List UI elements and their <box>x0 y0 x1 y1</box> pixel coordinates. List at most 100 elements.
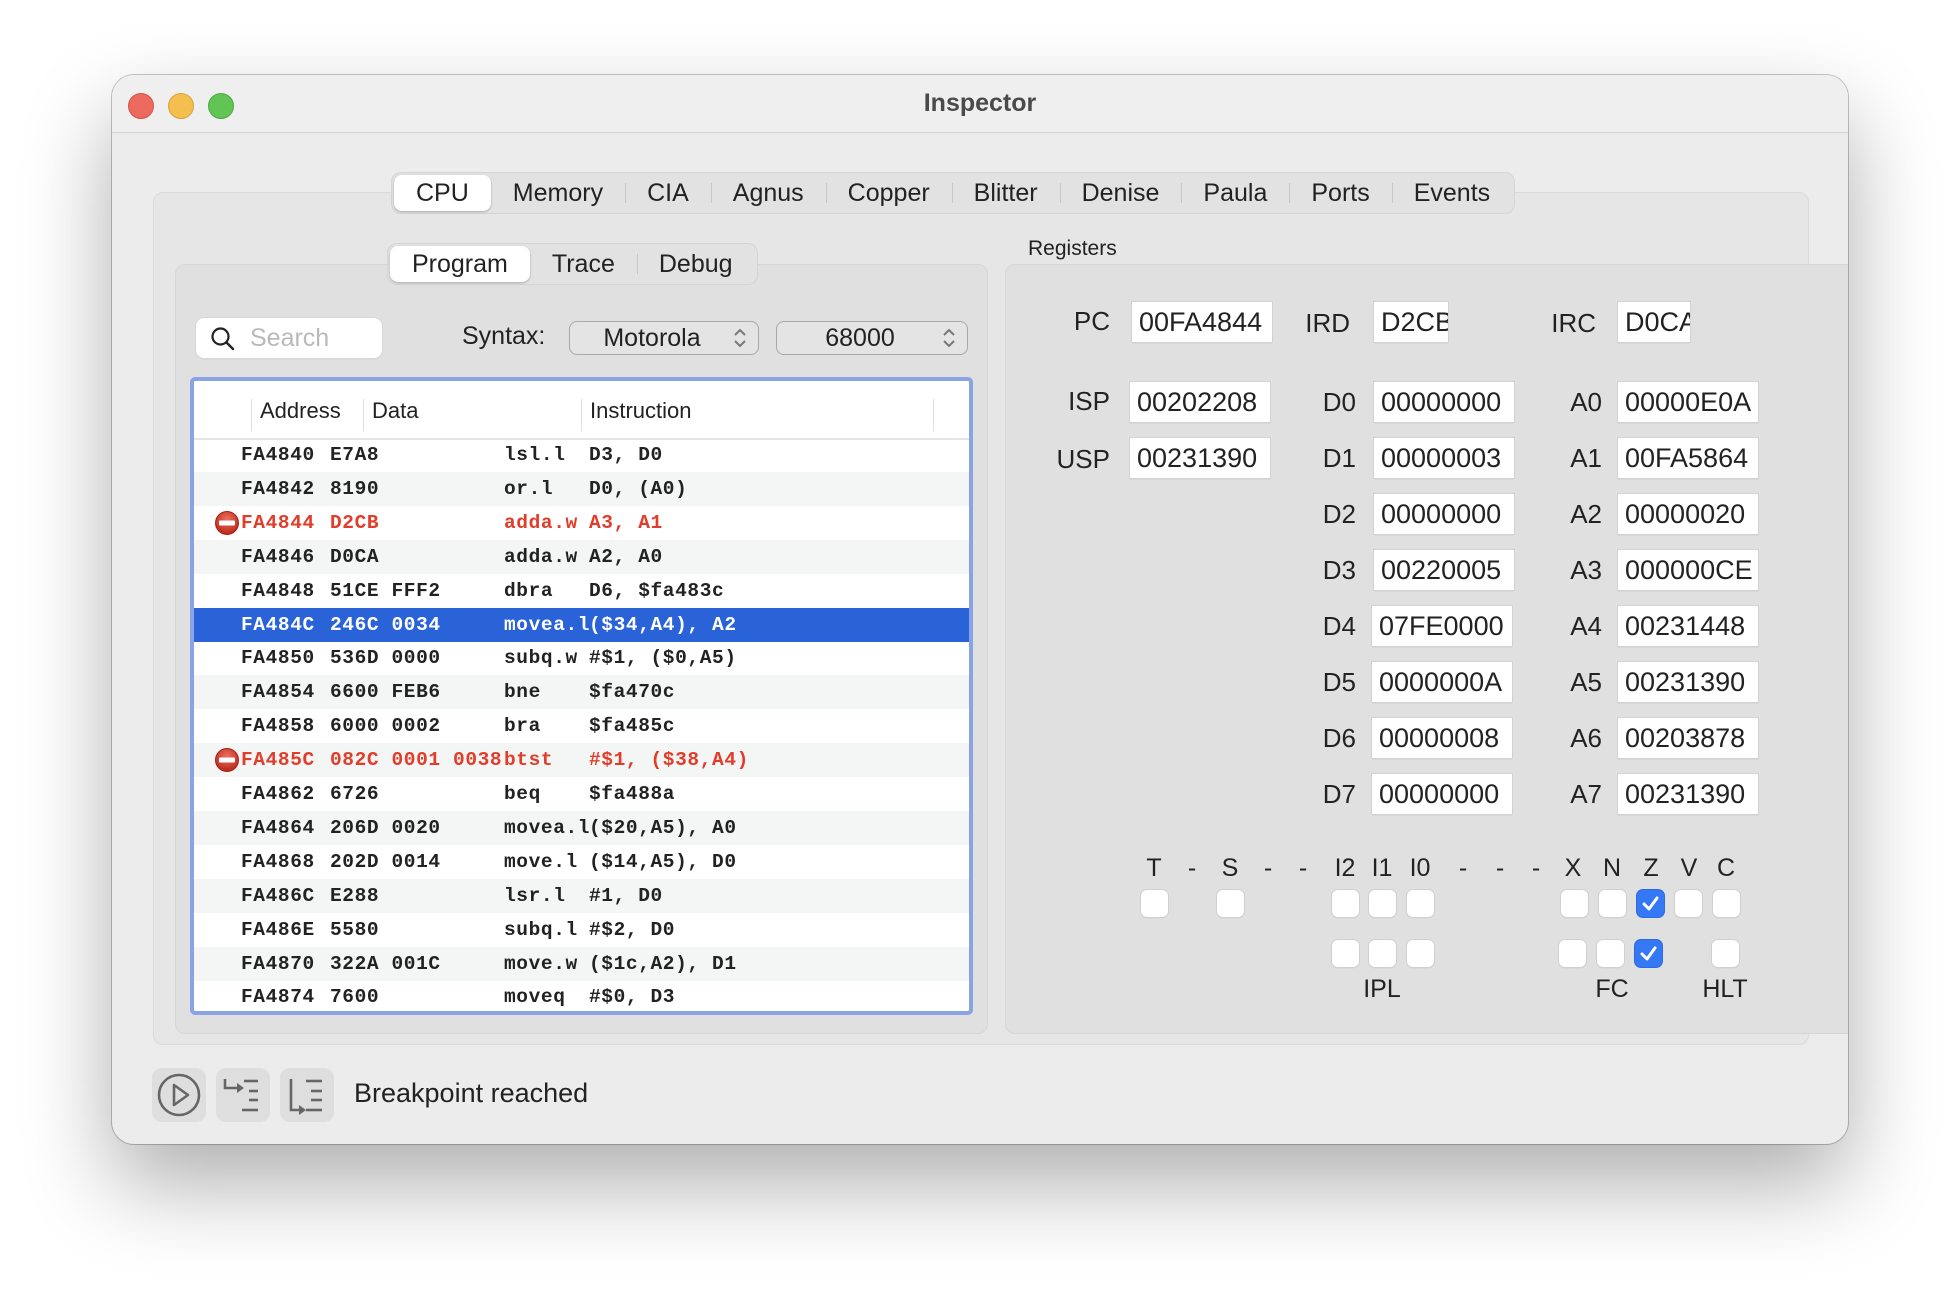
column-header-data[interactable]: Data <box>372 398 418 424</box>
address-cell: FA4858 <box>241 715 315 738</box>
flag-checkbox-s[interactable] <box>1217 890 1244 917</box>
mnemonic-cell: subq.l <box>504 918 578 941</box>
address-register-field[interactable]: 00231390 <box>1618 774 1758 814</box>
syntax-popup[interactable]: Motorola <box>569 321 759 355</box>
flag-checkbox-c[interactable] <box>1713 890 1740 917</box>
table-header: Address Data Instruction <box>194 381 969 440</box>
operands-cell: D0, (A0) <box>589 477 688 500</box>
column-header-instruction[interactable]: Instruction <box>590 398 692 424</box>
table-row[interactable]: FA4840 E7A8 lsl.l D3, D0 <box>194 438 969 472</box>
data-register-field[interactable]: 00000008 <box>1372 718 1512 758</box>
address-cell: FA4848 <box>241 579 315 602</box>
cpu-model-popup[interactable]: 68000 <box>776 321 968 355</box>
operands-cell: $fa470c <box>589 681 676 704</box>
pc-field[interactable]: 00FA4844 <box>1132 302 1272 342</box>
tab-copper[interactable]: Copper <box>825 175 952 211</box>
data-register-field[interactable]: 00220005 <box>1374 550 1514 590</box>
column-header-address[interactable]: Address <box>260 398 341 424</box>
flag-label-c: C <box>1716 854 1736 882</box>
column-separator <box>363 399 364 431</box>
table-row[interactable]: FA4864 206D 0020 movea.l ($20,A5), A0 <box>194 810 969 845</box>
data-register-field[interactable]: 00000000 <box>1372 774 1512 814</box>
operands-cell: A2, A0 <box>589 545 663 568</box>
data-cell: E288 <box>330 884 380 907</box>
tab-paula[interactable]: Paula <box>1181 175 1289 211</box>
table-row[interactable]: FA4844 D2CB adda.w A3, A1 <box>194 506 969 540</box>
address-cell: FA484C <box>241 613 315 636</box>
flag-checkbox-i1[interactable] <box>1369 890 1396 917</box>
fc-checkbox-0[interactable] <box>1635 940 1662 967</box>
breakpoint-icon[interactable] <box>214 510 240 536</box>
breakpoint-icon[interactable] <box>214 747 240 773</box>
table-row[interactable]: FA4862 6726 beq $fa488a <box>194 777 969 811</box>
address-register-field[interactable]: 00FA5864 <box>1618 438 1758 478</box>
tab-cia[interactable]: CIA <box>625 175 711 211</box>
table-row[interactable]: FA4868 202D 0014 move.l ($14,A5), D0 <box>194 845 969 879</box>
data-register-field[interactable]: 0000000A <box>1372 662 1512 702</box>
tab-events[interactable]: Events <box>1391 175 1512 211</box>
table-row[interactable]: FA4842 8190 or.l D0, (A0) <box>194 471 969 506</box>
data-register-field[interactable]: 07FE0000 <box>1372 606 1512 646</box>
data-register-label: D6 <box>1322 723 1356 753</box>
ipl-checkbox-1[interactable] <box>1369 940 1396 967</box>
flag-label-s: S <box>1221 854 1239 882</box>
tab-debug[interactable]: Debug <box>636 246 755 282</box>
tab-trace[interactable]: Trace <box>530 246 637 282</box>
operands-cell: ($20,A5), A0 <box>589 816 737 839</box>
isp-field[interactable]: 00202208 <box>1130 382 1270 422</box>
step-into-button[interactable] <box>280 1068 334 1122</box>
table-row[interactable]: FA4874 7600 moveq #$0, D3 <box>194 980 969 1011</box>
search-input[interactable]: Search <box>196 318 382 358</box>
table-row[interactable]: FA484C 246C 0034 movea.l ($34,A4), A2 <box>194 607 969 642</box>
flag-checkbox-z[interactable] <box>1637 890 1664 917</box>
tab-blitter[interactable]: Blitter <box>951 175 1060 211</box>
table-row[interactable]: FA4848 51CE FFF2 dbra D6, $fa483c <box>194 574 969 608</box>
flag-checkbox-v[interactable] <box>1675 890 1702 917</box>
data-cell: 5580 <box>330 918 380 941</box>
flag-checkbox-t[interactable] <box>1141 890 1168 917</box>
tab-cpu[interactable]: CPU <box>394 175 491 211</box>
table-row[interactable]: FA4854 6600 FEB6 bne $fa470c <box>194 675 969 710</box>
ird-field[interactable]: D2CB <box>1374 302 1448 342</box>
operands-cell: #$1, ($0,A5) <box>589 647 737 670</box>
address-register-field[interactable]: 00231390 <box>1618 662 1758 702</box>
usp-field[interactable]: 00231390 <box>1130 438 1270 478</box>
table-row[interactable]: FA486C E288 lsr.l #1, D0 <box>194 878 969 913</box>
data-register-field[interactable]: 00000000 <box>1374 382 1514 422</box>
run-button[interactable] <box>152 1068 206 1122</box>
address-register-field[interactable]: 00231448 <box>1618 606 1758 646</box>
table-row[interactable]: FA4858 6000 0002 bra $fa485c <box>194 709 969 743</box>
tab-memory[interactable]: Memory <box>491 175 625 211</box>
address-cell: FA4850 <box>241 647 315 670</box>
flag-checkbox-i2[interactable] <box>1332 890 1359 917</box>
address-cell: FA4864 <box>241 816 315 839</box>
flag-checkbox-i0[interactable] <box>1407 890 1434 917</box>
flag-checkbox-n[interactable] <box>1599 890 1626 917</box>
address-register-field[interactable]: 00000020 <box>1618 494 1758 534</box>
fc-checkbox-2[interactable] <box>1559 940 1586 967</box>
data-register-field[interactable]: 00000000 <box>1374 494 1514 534</box>
tab-agnus[interactable]: Agnus <box>710 175 826 211</box>
table-row[interactable]: FA486E 5580 subq.l #$2, D0 <box>194 913 969 947</box>
flag-label-x: X <box>1564 854 1582 882</box>
irc-field[interactable]: D0CA <box>1618 302 1690 342</box>
tab-denise[interactable]: Denise <box>1059 175 1182 211</box>
disassembly-table[interactable]: Address Data Instruction FA4840 E7A8 lsl.l… <box>190 377 973 1015</box>
tab-ports[interactable]: Ports <box>1289 175 1391 211</box>
hlt-checkbox[interactable] <box>1712 940 1739 967</box>
ipl-checkbox-2[interactable] <box>1332 940 1359 967</box>
fc-checkbox-1[interactable] <box>1597 940 1624 967</box>
table-row[interactable]: FA4846 D0CA adda.w A2, A0 <box>194 539 969 574</box>
address-register-field[interactable]: 00000E0A <box>1618 382 1758 422</box>
data-register-field[interactable]: 00000003 <box>1374 438 1514 478</box>
table-row[interactable]: FA4870 322A 001C move.w ($1c,A2), D1 <box>194 946 969 981</box>
play-circle-icon <box>157 1073 201 1117</box>
ipl-checkbox-0[interactable] <box>1407 940 1434 967</box>
address-register-field[interactable]: 000000CE <box>1618 550 1758 590</box>
step-over-button[interactable] <box>216 1068 270 1122</box>
table-row[interactable]: FA4850 536D 0000 subq.w #$1, ($0,A5) <box>194 641 969 675</box>
table-row[interactable]: FA485C 082C 0001 0038 btst #$1, ($38,A4) <box>194 743 969 778</box>
tab-program[interactable]: Program <box>390 246 530 282</box>
flag-checkbox-x[interactable] <box>1561 890 1588 917</box>
address-register-field[interactable]: 00203878 <box>1618 718 1758 758</box>
